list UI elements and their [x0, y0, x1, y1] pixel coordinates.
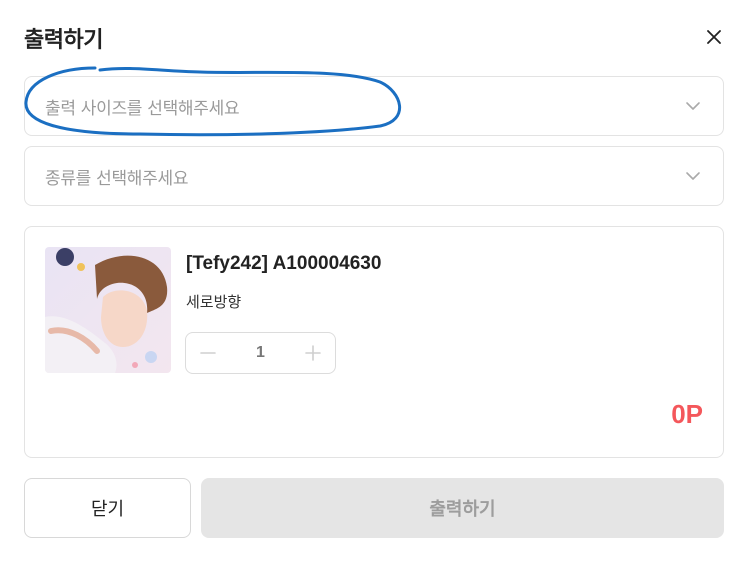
type-select-placeholder: 종류를 선택해주세요: [45, 168, 189, 189]
minus-icon: [200, 352, 216, 354]
increase-button[interactable]: [303, 343, 323, 363]
close-icon: [707, 30, 721, 44]
dialog-title: 출력하기: [24, 28, 103, 53]
product-orientation: 세로방향: [186, 293, 242, 311]
plus-icon: [305, 345, 321, 361]
print-button[interactable]: 출력하기: [201, 478, 724, 538]
product-name: [Tefy242] A100004630: [186, 253, 382, 274]
quantity-value: 1: [256, 344, 265, 361]
close-dialog-button[interactable]: 닫기: [24, 478, 191, 538]
chevron-down-icon: [686, 172, 700, 180]
size-select-placeholder: 출력 사이즈를 선택해주세요: [45, 98, 240, 119]
quantity-stepper: 1: [185, 332, 336, 374]
chevron-down-icon: [686, 102, 700, 110]
decrease-button[interactable]: [198, 343, 218, 363]
product-card: [Tefy242] A100004630 세로방향 1 0P: [24, 226, 724, 458]
type-select[interactable]: 종류를 선택해주세요: [24, 146, 724, 206]
product-thumbnail: [45, 247, 171, 373]
product-price: 0P: [671, 399, 703, 429]
close-button[interactable]: [703, 26, 725, 48]
size-select[interactable]: 출력 사이즈를 선택해주세요: [24, 76, 724, 136]
